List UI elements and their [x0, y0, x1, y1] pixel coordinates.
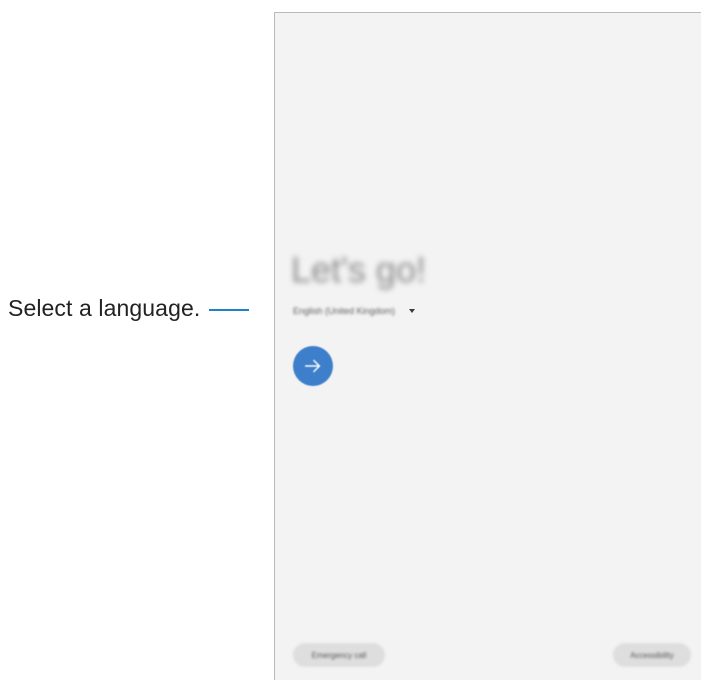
language-value: English (United Kingdom): [293, 306, 396, 316]
callout-leader-line: [209, 308, 250, 311]
emergency-call-label: Emergency call: [311, 650, 367, 660]
accessibility-label: Accessibility: [630, 650, 674, 660]
callout: Select a language.: [8, 295, 250, 322]
accessibility-button[interactable]: Accessibility: [613, 643, 691, 667]
caret-down-icon: [409, 309, 416, 313]
welcome-title: Let's go!: [291, 249, 426, 290]
phone-screen: Let's go! English (United Kingdom) Emerg…: [274, 12, 701, 680]
emergency-call-button[interactable]: Emergency call: [293, 643, 385, 667]
arrow-right-icon: [304, 359, 321, 373]
language-selector[interactable]: English (United Kingdom): [293, 306, 416, 316]
next-button[interactable]: [293, 346, 333, 386]
callout-label: Select a language.: [8, 295, 201, 321]
